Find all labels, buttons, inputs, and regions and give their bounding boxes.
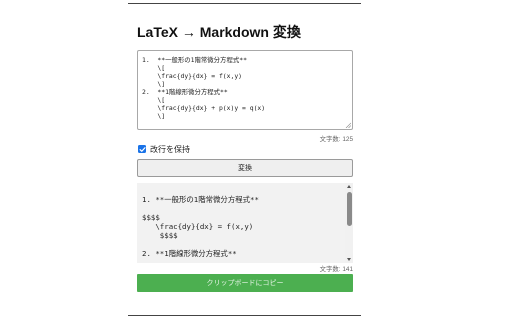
scrollbar-thumb[interactable] [346,192,352,226]
latex-input[interactable]: 1. **一般形の1階常微分方程式** \[ \frac{dy}{dx} = f… [137,50,353,130]
resize-grip-icon[interactable] [345,122,351,128]
page-title: LaTeX → Markdown 変換 [137,24,301,40]
output-scrollbar[interactable] [345,183,353,263]
keep-newlines-option[interactable]: 改行を保持 [138,143,190,155]
scroll-up-arrow-icon[interactable] [347,185,351,188]
markdown-output-text[interactable]: 1. **一般形の1階常微分方程式** $$$$ \frac{dy}{dx} =… [137,183,353,258]
markdown-output[interactable]: 1. **一般形の1階常微分方程式** $$$$ \frac{dy}{dx} =… [137,183,353,263]
output-char-count: 文字数: 141 [319,266,353,273]
keep-newlines-checkbox[interactable] [138,145,146,153]
top-divider [128,3,361,4]
scroll-down-arrow-icon[interactable] [347,258,351,261]
bottom-divider [128,315,361,316]
input-char-count: 文字数: 125 [319,136,353,143]
copy-to-clipboard-button[interactable]: クリップボードにコピー [137,274,353,292]
keep-newlines-label[interactable]: 改行を保持 [150,144,190,155]
checkmark-icon [139,146,146,152]
latex-input-text[interactable]: 1. **一般形の1階常微分方程式** \[ \frac{dy}{dx} = f… [138,51,352,120]
convert-button[interactable]: 変換 [137,159,353,177]
